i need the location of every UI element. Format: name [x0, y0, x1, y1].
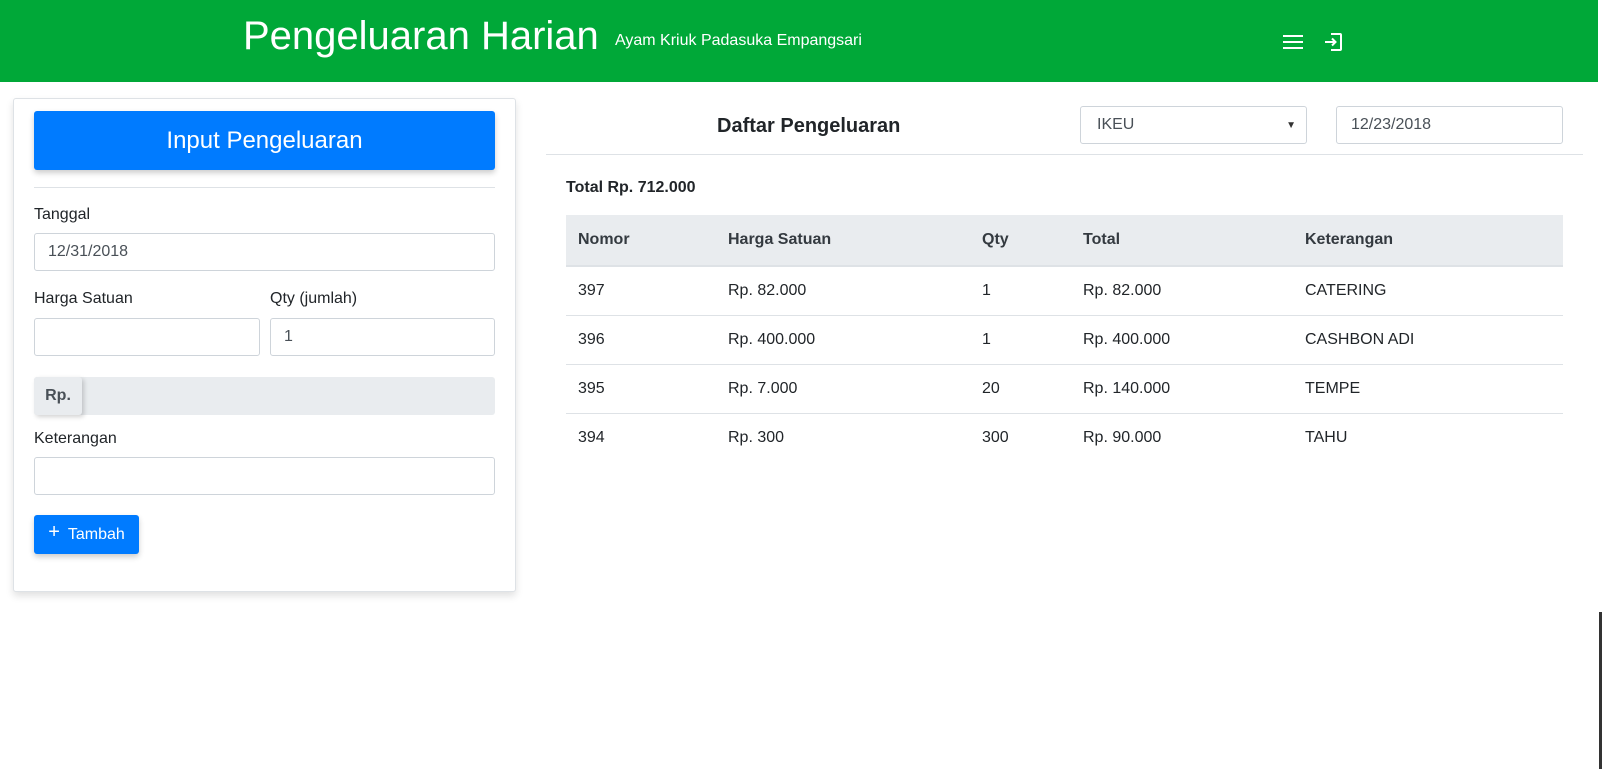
cell-qty: 1 [970, 315, 1071, 365]
keterangan-label: Keterangan [34, 430, 117, 447]
tambah-label: Tambah [67, 525, 125, 543]
cell-total: Rp. 140.000 [1071, 364, 1293, 414]
column-header: Total [1071, 215, 1293, 267]
input-pengeluaran-button[interactable]: Input Pengeluaran [34, 111, 495, 170]
total-amount: Total Rp. 712.000 [566, 179, 696, 196]
card-divider [34, 187, 495, 188]
cell-total: Rp. 82.000 [1071, 266, 1293, 316]
column-header: Qty [970, 215, 1071, 267]
column-header: Harga Satuan [716, 215, 970, 267]
plus-icon: + [48, 520, 60, 543]
tambah-button[interactable]: + Tambah [34, 515, 139, 554]
table-row[interactable]: 394 Rp. 300 300 Rp. 90.000 TAHU [566, 413, 1563, 462]
cell-nomor: 394 [578, 428, 605, 446]
table-row[interactable]: 397 Rp. 82.000 1 Rp. 82.000 CATERING [566, 266, 1563, 316]
harga-satuan-input[interactable] [34, 318, 260, 356]
logout-icon[interactable] [1321, 30, 1345, 54]
table-row[interactable]: 396 Rp. 400.000 1 Rp. 400.000 CASHBON AD… [566, 315, 1563, 365]
cell-total: Rp. 400.000 [1071, 315, 1293, 365]
rp-prefix: Rp. [34, 377, 82, 415]
store-subtitle: Ayam Kriuk Padasuka Empangsari [615, 32, 862, 49]
harga-satuan-label: Harga Satuan [34, 290, 133, 307]
cell-nomor: 395 [566, 364, 716, 414]
cell-harga: Rp. 300 [728, 428, 785, 446]
cell-total: Rp. 90.000 [1083, 428, 1162, 446]
cell-keterangan: CATERING [1293, 266, 1563, 316]
cell-keterangan: CASHBON ADI [1293, 315, 1563, 365]
cell-nomor: 396 [566, 315, 716, 365]
cell-nomor: 397 [566, 266, 716, 316]
cell-qty: 300 [982, 428, 1009, 446]
expense-table: Nomor Harga Satuan Qty Total Keterangan … [566, 215, 1563, 462]
filter-select-value: IKEU [1097, 116, 1135, 133]
cell-keterangan: TAHU [1305, 428, 1348, 446]
qty-input[interactable]: 1 [270, 318, 495, 356]
cell-harga: Rp. 82.000 [716, 266, 970, 316]
cell-harga: Rp. 400.000 [716, 315, 970, 365]
filter-date-input[interactable]: 12/23/2018 [1336, 106, 1563, 144]
table-row[interactable]: 395 Rp. 7.000 20 Rp. 140.000 TEMPE [566, 364, 1563, 414]
top-navbar: Pengeluaran Harian Ayam Kriuk Padasuka E… [0, 0, 1598, 82]
table-header-row: Nomor Harga Satuan Qty Total Keterangan [566, 215, 1563, 267]
tanggal-input[interactable]: 12/31/2018 [34, 233, 495, 271]
total-display: Rp. [34, 377, 495, 415]
cell-qty: 20 [970, 364, 1071, 414]
qty-label: Qty (jumlah) [270, 290, 358, 307]
cell-harga: Rp. 7.000 [716, 364, 970, 414]
tanggal-label: Tanggal [34, 206, 91, 223]
page-title: Pengeluaran Harian [243, 14, 599, 58]
column-header: Keterangan [1293, 215, 1563, 267]
keterangan-input[interactable] [34, 457, 495, 495]
list-divider [546, 154, 1583, 155]
list-title: Daftar Pengeluaran [717, 115, 901, 137]
input-card: Input Pengeluaran Tanggal 12/31/2018 Har… [13, 98, 516, 592]
filter-select[interactable]: IKEU ▼ [1080, 106, 1307, 144]
cell-keterangan: TEMPE [1293, 364, 1563, 414]
cell-qty: 1 [970, 266, 1071, 316]
column-header: Nomor [566, 215, 716, 267]
menu-icon[interactable] [1281, 30, 1305, 54]
caret-down-icon: ▼ [1286, 120, 1296, 131]
